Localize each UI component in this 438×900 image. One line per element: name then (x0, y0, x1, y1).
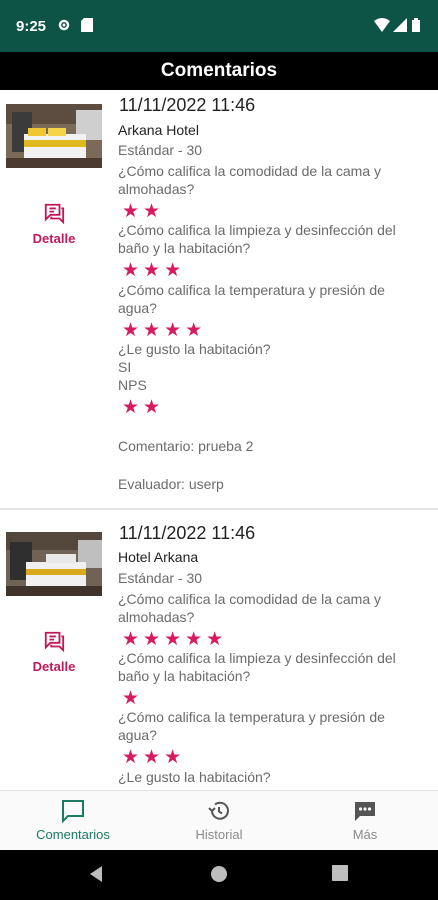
rating-temperature: ★★★★ (122, 320, 207, 341)
hotel-room-image (6, 532, 102, 596)
nav-comentarios[interactable]: Comentarios (0, 791, 146, 851)
question-comfort: ¿Cómo califica la comodidad de la cama y… (118, 163, 382, 197)
battery-icon (412, 18, 420, 37)
detail-label: Detalle (32, 659, 76, 674)
question-cleanliness: ¿Cómo califica la limpieza y desinfecció… (118, 222, 396, 256)
nav-mas[interactable]: Más (292, 791, 438, 851)
signal-icon (393, 18, 407, 37)
status-time: 9:25 (16, 18, 47, 35)
answer-liked-room: SI (118, 359, 132, 375)
hotel-room-image (6, 104, 102, 168)
more-icon (353, 799, 377, 823)
sd-card-icon (81, 18, 93, 37)
detail-button[interactable]: Detalle (26, 202, 82, 246)
nav-label: Historial (195, 827, 243, 842)
question-liked-room: ¿Le gusto la habitación? (118, 769, 271, 785)
comment-detail-icon (44, 631, 65, 653)
rating-comfort: ★★ (122, 201, 165, 222)
history-icon (207, 799, 231, 823)
room-type: Estándar - 30 (118, 142, 203, 158)
comment-date: 11/11/2022 11:46 (119, 523, 256, 543)
rating-comfort: ★★★★★ (122, 629, 228, 650)
page-title: Comentarios (160, 60, 278, 81)
settings-icon (57, 18, 71, 37)
hotel-name: Arkana Hotel (118, 122, 199, 138)
rating-cleanliness: ★ (122, 688, 144, 709)
rating-temperature: ★★★ (122, 747, 186, 768)
card-divider (0, 508, 438, 510)
question-liked-room: ¿Le gusto la habitación? (118, 341, 271, 357)
bottom-navigation: Comentarios Historial Más (0, 790, 438, 850)
detail-button[interactable]: Detalle (26, 630, 82, 674)
system-navigation-bar (0, 850, 438, 900)
question-cleanliness: ¿Cómo califica la limpieza y desinfecció… (118, 650, 396, 684)
comment-date: 11/11/2022 11:46 (119, 95, 256, 115)
room-type: Estándar - 30 (118, 570, 203, 586)
recents-icon[interactable] (332, 865, 348, 886)
back-icon[interactable] (88, 865, 106, 888)
comment-icon (61, 799, 85, 824)
rating-nps: ★★ (122, 397, 165, 418)
status-bar: 9:25 (0, 0, 438, 52)
evaluator-text: Evaluador: userp (118, 476, 224, 492)
hotel-name: Hotel Arkana (118, 549, 199, 565)
comments-list[interactable]: Detalle 11/11/2022 11:46 Arkana Hotel Es… (0, 90, 438, 790)
app-bar: Comentarios (0, 52, 438, 90)
comment-text: Comentario: prueba 2 (118, 438, 254, 454)
detail-label: Detalle (32, 231, 76, 246)
nav-label: Más (352, 827, 378, 842)
nav-historial[interactable]: Historial (146, 791, 292, 851)
question-temperature: ¿Cómo califica la temperatura y presión … (118, 282, 385, 316)
rating-cleanliness: ★★★ (122, 260, 186, 281)
comment-detail-icon (44, 203, 65, 225)
question-temperature: ¿Cómo califica la temperatura y presión … (118, 709, 385, 743)
question-comfort: ¿Cómo califica la comodidad de la cama y… (118, 591, 382, 625)
nav-label: Comentarios (36, 827, 110, 842)
wifi-icon (374, 18, 390, 37)
nps-label: NPS (118, 377, 147, 393)
home-icon[interactable] (210, 865, 228, 888)
